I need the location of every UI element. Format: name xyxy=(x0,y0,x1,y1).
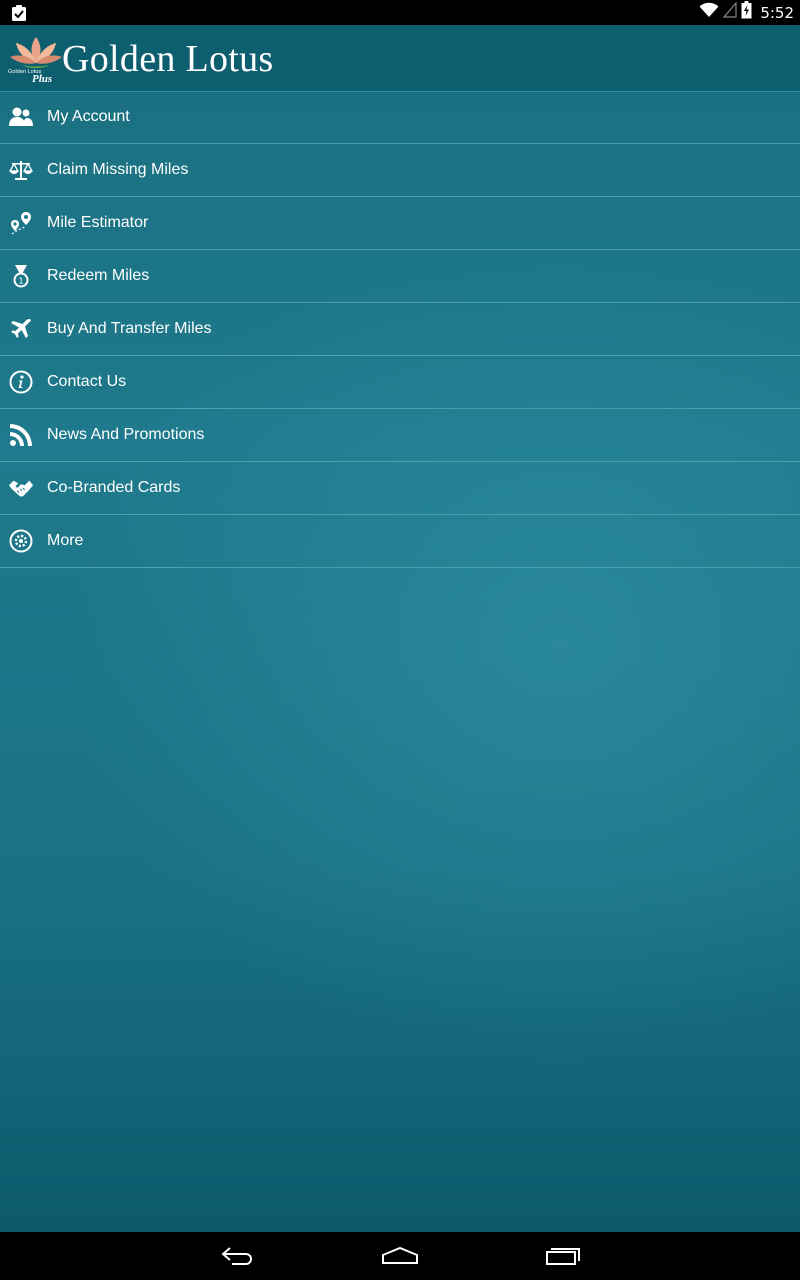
menu-item-more[interactable]: More xyxy=(0,515,800,568)
menu-item-label: News And Promotions xyxy=(47,426,205,443)
app-screen: Golden Lotus Plus Golden Lotus My Accoun… xyxy=(0,25,800,1232)
menu-item-buy-and-transfer-miles[interactable]: Buy And Transfer Miles xyxy=(0,303,800,356)
status-time: 5:52 xyxy=(760,3,794,22)
recent-apps-icon[interactable] xyxy=(533,1240,593,1272)
app-header: Golden Lotus Plus Golden Lotus xyxy=(0,25,800,92)
clipboard-check-icon xyxy=(10,4,28,22)
menu-item-contact-us[interactable]: Contact Us xyxy=(0,356,800,409)
brand-title: Golden Lotus xyxy=(62,38,274,80)
airplane-icon xyxy=(8,317,34,341)
menu-item-label: More xyxy=(47,532,84,549)
lotus-flower-icon: Golden Lotus Plus xyxy=(8,33,64,85)
handshake-icon xyxy=(8,476,34,500)
battery-icon xyxy=(741,1,752,24)
menu-item-label: Buy And Transfer Miles xyxy=(47,320,212,337)
menu-item-label: Co-Branded Cards xyxy=(47,479,181,496)
rss-icon xyxy=(8,423,34,447)
menu-item-claim-missing-miles[interactable]: Claim Missing Miles xyxy=(0,144,800,197)
menu-item-label: My Account xyxy=(47,108,130,125)
scales-icon xyxy=(8,158,34,182)
menu-item-label: Redeem Miles xyxy=(47,267,150,284)
info-icon xyxy=(8,370,34,394)
home-icon[interactable] xyxy=(370,1240,430,1272)
logo-plus-text: Plus xyxy=(32,73,53,85)
medal-icon: 1 xyxy=(8,264,34,288)
main-menu: My Account Claim Missing Miles Mile Esti… xyxy=(0,91,800,568)
wifi-icon xyxy=(699,2,719,23)
menu-item-mile-estimator[interactable]: Mile Estimator xyxy=(0,197,800,250)
menu-item-my-account[interactable]: My Account xyxy=(0,91,800,144)
back-icon[interactable] xyxy=(208,1240,268,1272)
map-pins-icon xyxy=(8,211,34,235)
menu-item-label: Contact Us xyxy=(47,373,127,390)
status-bar: 5:52 xyxy=(0,0,800,25)
navigation-bar xyxy=(0,1232,800,1280)
status-icons: 5:52 xyxy=(699,0,794,25)
gear-icon xyxy=(8,529,34,553)
menu-item-co-branded-cards[interactable]: Co-Branded Cards xyxy=(0,462,800,515)
menu-item-label: Mile Estimator xyxy=(47,214,149,231)
menu-item-redeem-miles[interactable]: 1 Redeem Miles xyxy=(0,250,800,303)
svg-text:1: 1 xyxy=(18,277,23,286)
menu-item-news-and-promotions[interactable]: News And Promotions xyxy=(0,409,800,462)
signal-icon xyxy=(723,1,737,23)
menu-item-label: Claim Missing Miles xyxy=(47,161,189,178)
users-icon xyxy=(8,105,34,129)
